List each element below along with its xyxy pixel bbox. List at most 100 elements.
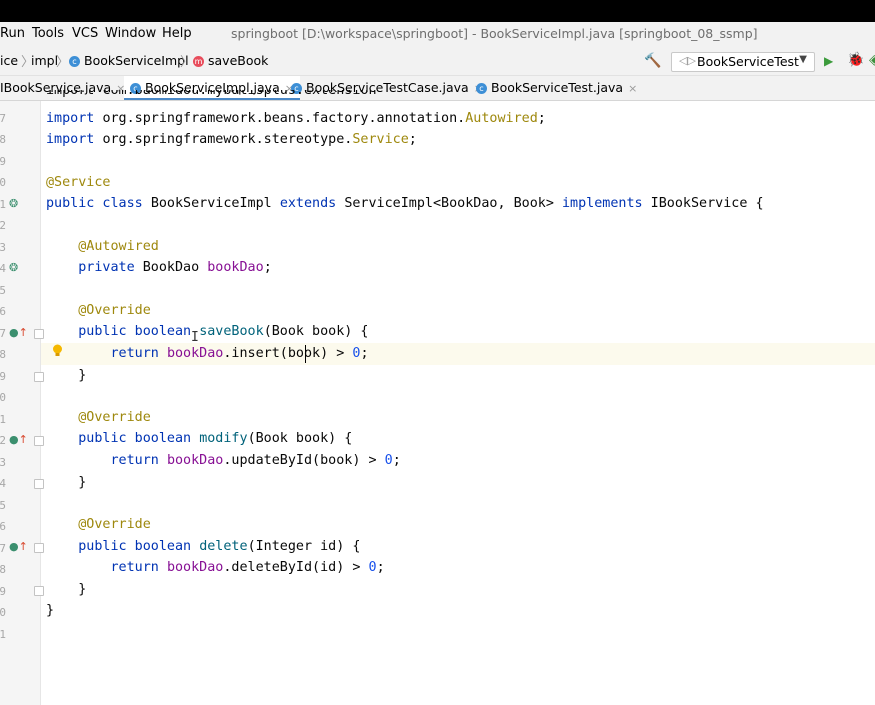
code-line-close-brace: } [46, 472, 86, 493]
field-name: bookDao [207, 260, 264, 275]
close-icon[interactable]: × [628, 82, 637, 95]
number-literal: 0 [368, 560, 377, 575]
code-text: (Book book) { [247, 431, 353, 446]
window-title: springboot [D:\workspace\springboot] - B… [231, 26, 758, 41]
menu-window[interactable]: Window [105, 26, 156, 41]
breadcrumb-method[interactable]: m saveBook [193, 53, 268, 68]
breadcrumb-package[interactable]: ice [0, 53, 18, 68]
class-reference: Autowired [465, 111, 538, 126]
code-text: } [78, 368, 87, 383]
class-reference: BookDao [142, 260, 208, 275]
number-literal: 0 [384, 453, 393, 468]
editor-gutter[interactable]: 7 8 9 0 1 2 3 4 5 6 7 8 9 0 1 2 3 4 5 6 … [0, 101, 44, 705]
keyword: public boolean [78, 431, 200, 446]
keyword: import [46, 132, 103, 147]
keyword: public class [46, 196, 151, 211]
override-method-icon[interactable]: ●↑ [9, 433, 28, 446]
line-number: 4 [0, 262, 6, 275]
breadcrumb-class[interactable]: c BookServiceImpl [69, 53, 189, 68]
annotation: @Override [78, 303, 151, 318]
annotation: @Override [78, 517, 151, 532]
code-line-override-annotation: @Override [46, 514, 151, 535]
breadcrumb-separator: 〉 [56, 55, 70, 70]
code-text: .deleteById(id) > [223, 560, 369, 575]
override-method-icon[interactable]: ●↑ [9, 540, 28, 553]
code-text: ; [376, 560, 385, 575]
run-configuration-select[interactable]: ◁▷ BookServiceTest ▼ [671, 52, 815, 72]
code-text: } [78, 582, 87, 597]
run-config-icon: ◁▷ [679, 54, 696, 67]
code-line-modify-return: return bookDao.updateById(book) > 0; [46, 450, 401, 471]
debug-bug-icon[interactable]: 🐞 [847, 52, 864, 68]
code-line-field: private BookDao bookDao; [46, 257, 272, 278]
code-line-close-brace: } [46, 365, 86, 386]
spring-bean-icon[interactable]: ❂ [9, 261, 18, 274]
keyword: private [78, 260, 143, 275]
class-reference: ServiceImpl<BookDao, Book> [344, 196, 562, 211]
field-name: bookDao [166, 560, 224, 575]
method-name: saveBook [199, 324, 264, 339]
code-text: ; [537, 111, 546, 126]
code-line-modify-signature: public boolean modify(Book book) { [46, 428, 352, 449]
code-text: org.springframework.beans.factory.annota… [102, 111, 466, 126]
mouse-ibeam-cursor: I [191, 330, 199, 345]
spring-bean-icon[interactable]: ❂ [9, 197, 18, 210]
coverage-icon[interactable]: ◈ [869, 52, 875, 68]
menu-help[interactable]: Help [162, 26, 192, 41]
code-text: org.springframework.stereotype. [102, 132, 353, 147]
line-number: 0 [0, 391, 6, 404]
line-number: 1 [0, 628, 6, 641]
keyword: public boolean [78, 324, 200, 339]
menu-vcs[interactable]: VCS [72, 26, 98, 41]
code-text: ; [360, 346, 369, 361]
breadcrumb-impl[interactable]: impl [31, 53, 58, 68]
method-name: delete [199, 539, 248, 554]
code-text: .updateById(book) > [223, 453, 385, 468]
code-line-override-annotation: @Override [46, 407, 151, 428]
build-hammer-icon[interactable]: 🔨 [644, 53, 661, 69]
override-method-icon[interactable]: ●↑ [9, 326, 28, 339]
menu-bar: Run Tools VCS Window Help springboot [D:… [0, 22, 875, 46]
menu-run[interactable]: Run [0, 26, 25, 41]
code-text: import com.baomidou.mybatisplus.extensio… [46, 90, 376, 98]
code-text: } [46, 603, 55, 618]
class-reference: IBookService { [650, 196, 764, 211]
code-line-class-close-brace: } [46, 600, 54, 621]
lightbulb-icon[interactable] [52, 344, 63, 357]
code-line-savebook-signature: public boolean saveBook(Book book) { [46, 321, 368, 342]
code-line-service-annotation: @Service [46, 172, 111, 193]
line-number: 2 [0, 219, 6, 232]
code-line-import-service: import org.springframework.stereotype.Se… [46, 129, 417, 150]
class-icon: c [69, 56, 80, 67]
line-number: 8 [0, 348, 6, 361]
run-icon[interactable]: ▶ [824, 54, 833, 68]
breadcrumb-separator: 〉 [180, 55, 194, 70]
line-number: 6 [0, 520, 6, 533]
code-line-autowired-annotation: @Autowired [46, 236, 159, 257]
code-editor[interactable]: import org.springframework.beans.factory… [41, 101, 875, 705]
field-name: bookDao [166, 346, 224, 361]
line-number: 8 [0, 563, 6, 576]
annotation: @Override [78, 410, 151, 425]
line-number: 3 [0, 241, 6, 254]
line-number: 8 [0, 133, 6, 146]
chevron-down-icon: ▼ [799, 54, 807, 65]
line-number: 3 [0, 456, 6, 469]
code-line-delete-signature: public boolean delete(Integer id) { [46, 536, 360, 557]
code-text: } [78, 475, 87, 490]
keyword: public boolean [78, 539, 200, 554]
tab-bookservicetest[interactable]: c BookServiceTest.java × [476, 76, 637, 100]
run-configuration-label: BookServiceTest [697, 54, 799, 69]
method-icon: m [193, 56, 204, 67]
menu-tools[interactable]: Tools [32, 26, 64, 41]
code-text: ; [408, 132, 417, 147]
code-text: ; [263, 260, 272, 275]
keyword: extends [279, 196, 345, 211]
line-number: 7 [0, 327, 6, 340]
keyword: implements [561, 196, 651, 211]
code-line-delete-return: return bookDao.deleteById(id) > 0; [46, 557, 385, 578]
code-text: .insert(book) > [223, 346, 353, 361]
class-name: BookServiceImpl [150, 196, 280, 211]
text-caret [305, 345, 306, 363]
line-number: 0 [0, 606, 6, 619]
